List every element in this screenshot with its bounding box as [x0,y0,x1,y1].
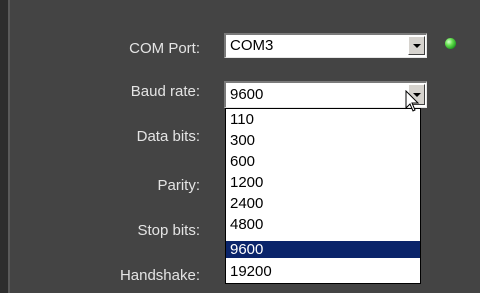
handshake-label: Handshake: [119,267,200,284]
baud-option-19200[interactable]: 19200 [226,263,420,280]
com-port-dropdown-button[interactable] [408,36,425,55]
mouse-cursor-icon [405,90,420,112]
com-port-select[interactable]: COM3 [224,33,427,58]
baud-option-9600-selected[interactable]: 9600 [226,241,420,258]
parity-label: Parity: [157,177,200,194]
com-port-label: COM Port: [129,40,200,57]
baud-option-2400[interactable]: 2400 [226,195,420,212]
baud-rate-value: 9600 [230,86,264,103]
panel-divider [8,0,10,293]
baud-option-600[interactable]: 600 [226,153,420,170]
chevron-down-icon [413,44,421,48]
left-panel-edge [0,0,8,293]
status-led-icon [445,38,456,49]
baud-rate-options-list[interactable]: 110 300 600 1200 2400 4800 9600 19200 [225,108,421,284]
baud-rate-select[interactable]: 9600 [224,81,427,108]
baud-rate-label: Baud rate: [130,83,200,100]
baud-option-1200[interactable]: 1200 [226,174,420,191]
baud-option-300[interactable]: 300 [226,132,420,149]
com-port-value: COM3 [230,37,274,54]
stop-bits-label: Stop bits: [137,222,200,239]
baud-option-4800[interactable]: 4800 [226,216,420,233]
baud-option-110[interactable]: 110 [226,111,420,128]
data-bits-label: Data bits: [136,128,200,145]
